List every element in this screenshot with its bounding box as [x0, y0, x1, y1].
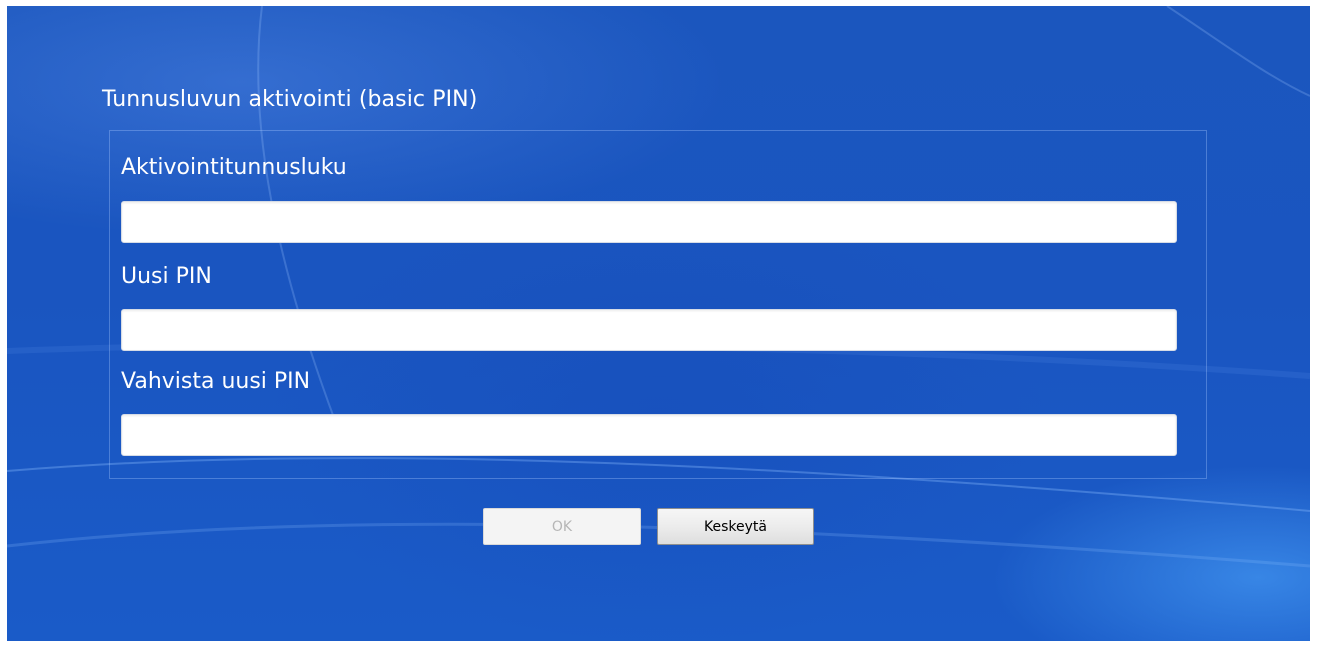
cancel-button[interactable]: Keskeytä	[657, 508, 814, 545]
confirm-pin-label: Vahvista uusi PIN	[121, 369, 311, 394]
activation-code-label: Aktivointitunnusluku	[121, 155, 347, 180]
confirm-pin-input[interactable]	[121, 414, 1177, 456]
new-pin-label: Uusi PIN	[121, 264, 212, 289]
dialog-title: Tunnusluvun aktivointi (basic PIN)	[102, 87, 478, 112]
activation-code-input[interactable]	[121, 201, 1177, 243]
ok-button[interactable]: OK	[483, 508, 641, 545]
new-pin-input[interactable]	[121, 309, 1177, 351]
